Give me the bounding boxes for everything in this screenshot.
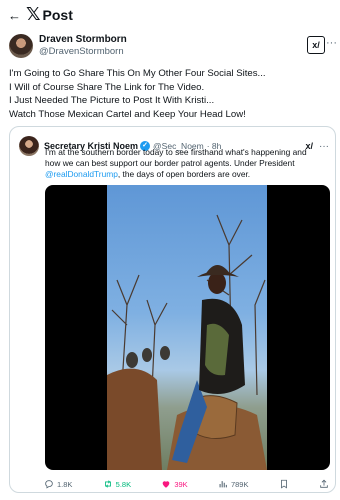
- heart-icon: [163, 481, 170, 488]
- repost-button[interactable]: 5.8K: [103, 479, 131, 489]
- quoted-text: I'm at the southern border today to see …: [45, 147, 323, 180]
- x-logo: 𝕏: [26, 4, 41, 25]
- video-player[interactable]: [45, 185, 330, 470]
- post-line: I'm Going to Go Share This On My Other F…: [9, 68, 266, 79]
- share-icon: [320, 479, 328, 488]
- top-bar: ← 𝕏 Post: [0, 0, 340, 30]
- quoted-text-part: I'm at the southern border today to see …: [45, 147, 307, 168]
- reply-icon: [45, 480, 53, 489]
- mention-link[interactable]: @realDonaldTrump: [45, 169, 118, 179]
- more-options-icon[interactable]: ···: [326, 37, 337, 49]
- quoted-text-part: , the days of open borders are over.: [117, 169, 251, 179]
- repost-count: 5.8K: [115, 479, 132, 489]
- post-line: I Will of Course Share The Link for The …: [9, 81, 205, 93]
- rider-vest: [205, 323, 229, 376]
- author-names: Draven Stormborn @DravenStormborn: [39, 34, 127, 58]
- grok-button[interactable]: x/: [307, 36, 325, 54]
- rider-head: [208, 272, 226, 294]
- repost-icon: [104, 480, 111, 488]
- like-button[interactable]: 39K: [161, 479, 188, 489]
- quoted-avatar[interactable]: [19, 136, 39, 156]
- views-icon: [219, 481, 227, 488]
- reply-button[interactable]: 1.8K: [44, 479, 72, 489]
- like-count: 39K: [174, 479, 188, 489]
- display-name[interactable]: Draven Stormborn: [39, 34, 127, 46]
- post-line: Watch Those Mexican Cartel and Keep Your…: [9, 108, 246, 120]
- action-bar: 1.8K 5.8K 39K 789K: [44, 478, 329, 490]
- video-scene: [107, 214, 267, 470]
- handle[interactable]: @DravenStormborn: [39, 46, 127, 58]
- horse-left: [107, 368, 162, 470]
- post-text: I'm Going to Go Share This On My Other F…: [9, 67, 334, 121]
- page-title: Post: [42, 7, 73, 23]
- reply-count: 1.8K: [57, 479, 73, 489]
- quoted-post[interactable]: Secretary Kristi Noem ✓ @Sec_Noem · 8h x…: [9, 126, 336, 493]
- post-author: Draven Stormborn @DravenStormborn x/ ···: [9, 33, 337, 59]
- share-button[interactable]: [319, 479, 329, 489]
- post-line: I Just Needed The Picture to Post It Wit…: [9, 95, 215, 106]
- background-riders: [126, 346, 170, 368]
- bookmark-button[interactable]: [279, 479, 289, 489]
- views-count: 789K: [230, 479, 249, 489]
- avatar[interactable]: [9, 34, 33, 58]
- video-frame[interactable]: [107, 185, 267, 470]
- back-arrow-icon[interactable]: ←: [8, 8, 24, 23]
- bookmark-icon: [280, 479, 287, 489]
- views-button[interactable]: 789K: [218, 479, 249, 489]
- hat-crown: [205, 265, 231, 275]
